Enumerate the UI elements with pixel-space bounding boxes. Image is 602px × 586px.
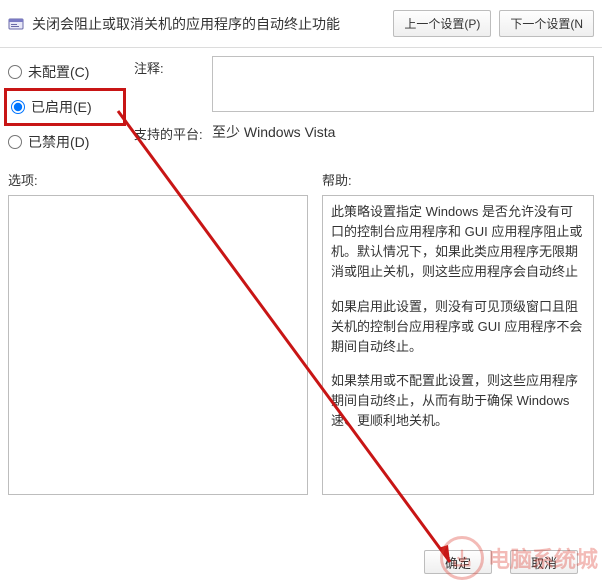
help-panel: 此策略设置指定 Windows 是否允许没有可口的控制台应用程序和 GUI 应用… — [322, 195, 594, 495]
radio-disabled-label: 已禁用(D) — [28, 132, 89, 152]
platform-label: 支持的平台: — [134, 122, 204, 143]
cancel-button[interactable]: 取消 — [510, 550, 578, 574]
comment-textarea[interactable] — [212, 56, 594, 112]
radio-disabled[interactable]: 已禁用(D) — [8, 132, 120, 152]
radio-enabled-label: 已启用(E) — [31, 97, 92, 117]
policy-icon — [8, 16, 24, 32]
help-paragraph: 此策略设置指定 Windows 是否允许没有可口的控制台应用程序和 GUI 应用… — [331, 202, 585, 283]
radio-unconfigured-input[interactable] — [8, 65, 22, 79]
ok-button[interactable]: 确定 — [424, 550, 492, 574]
radio-unconfigured-label: 未配置(C) — [28, 62, 89, 82]
help-paragraph: 如果禁用或不配置此设置，则这些应用程序期间自动终止，从而有助于确保 Window… — [331, 371, 585, 431]
radio-enabled[interactable]: 已启用(E) — [11, 97, 117, 117]
prev-setting-button[interactable]: 上一个设置(P) — [393, 10, 491, 37]
radio-disabled-input[interactable] — [8, 135, 22, 149]
comment-label: 注释: — [134, 56, 204, 77]
platform-value: 至少 Windows Vista — [212, 122, 335, 142]
options-panel — [8, 195, 308, 495]
radio-unconfigured[interactable]: 未配置(C) — [8, 62, 120, 82]
help-label: 帮助: — [322, 170, 594, 189]
page-title: 关闭会阻止或取消关机的应用程序的自动终止功能 — [32, 14, 385, 34]
help-paragraph: 如果启用此设置，则没有可见顶级窗口且阻关机的控制台应用程序或 GUI 应用程序不… — [331, 297, 585, 357]
options-label: 选项: — [8, 170, 308, 189]
next-setting-button[interactable]: 下一个设置(N — [499, 10, 594, 37]
divider — [0, 47, 602, 48]
radio-enabled-input[interactable] — [11, 100, 25, 114]
enabled-highlight-box: 已启用(E) — [4, 88, 126, 126]
